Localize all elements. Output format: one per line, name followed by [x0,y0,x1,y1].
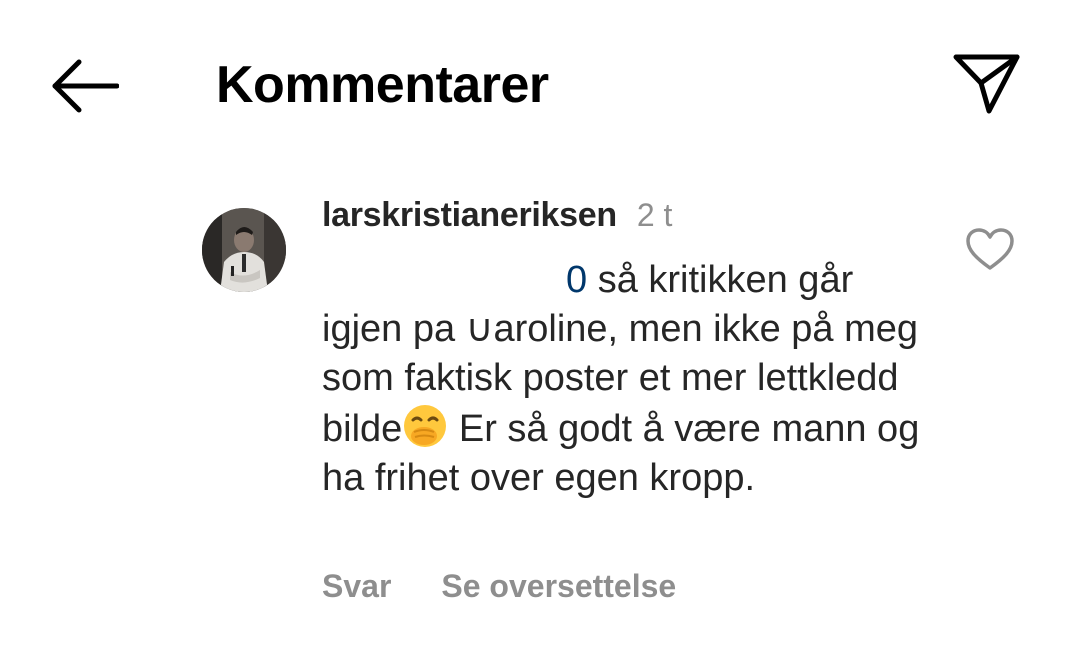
paper-plane-icon [953,54,1020,114]
face-with-hand-over-mouth-icon [404,405,447,447]
comments-screen: Kommentarer larskristianeriksen 2 t 0 så… [0,0,1080,646]
heart-outline-icon [966,228,1014,270]
comment-actions: Svar Se oversettelse [322,568,676,605]
avatar-photo [202,208,286,292]
page-title: Kommentarer [216,56,549,114]
comment-text: 0 så kritikken går igjen pa ∪aroline, me… [322,256,922,503]
see-translation-button[interactable]: Se oversettelse [441,568,676,605]
comment: larskristianeriksen 2 t 0 så kritikken g… [322,196,932,503]
share-button[interactable] [946,46,1026,120]
comment-meta: larskristianeriksen 2 t [322,196,932,238]
user-avatar[interactable] [202,208,286,292]
arrow-left-icon [52,59,119,113]
comment-username[interactable]: larskristianeriksen [322,196,617,235]
back-button[interactable] [46,54,122,118]
reply-button[interactable]: Svar [322,568,391,605]
comment-timestamp: 2 t [636,197,673,233]
mention-link[interactable]: 0 [566,259,587,301]
like-button[interactable] [962,224,1018,274]
